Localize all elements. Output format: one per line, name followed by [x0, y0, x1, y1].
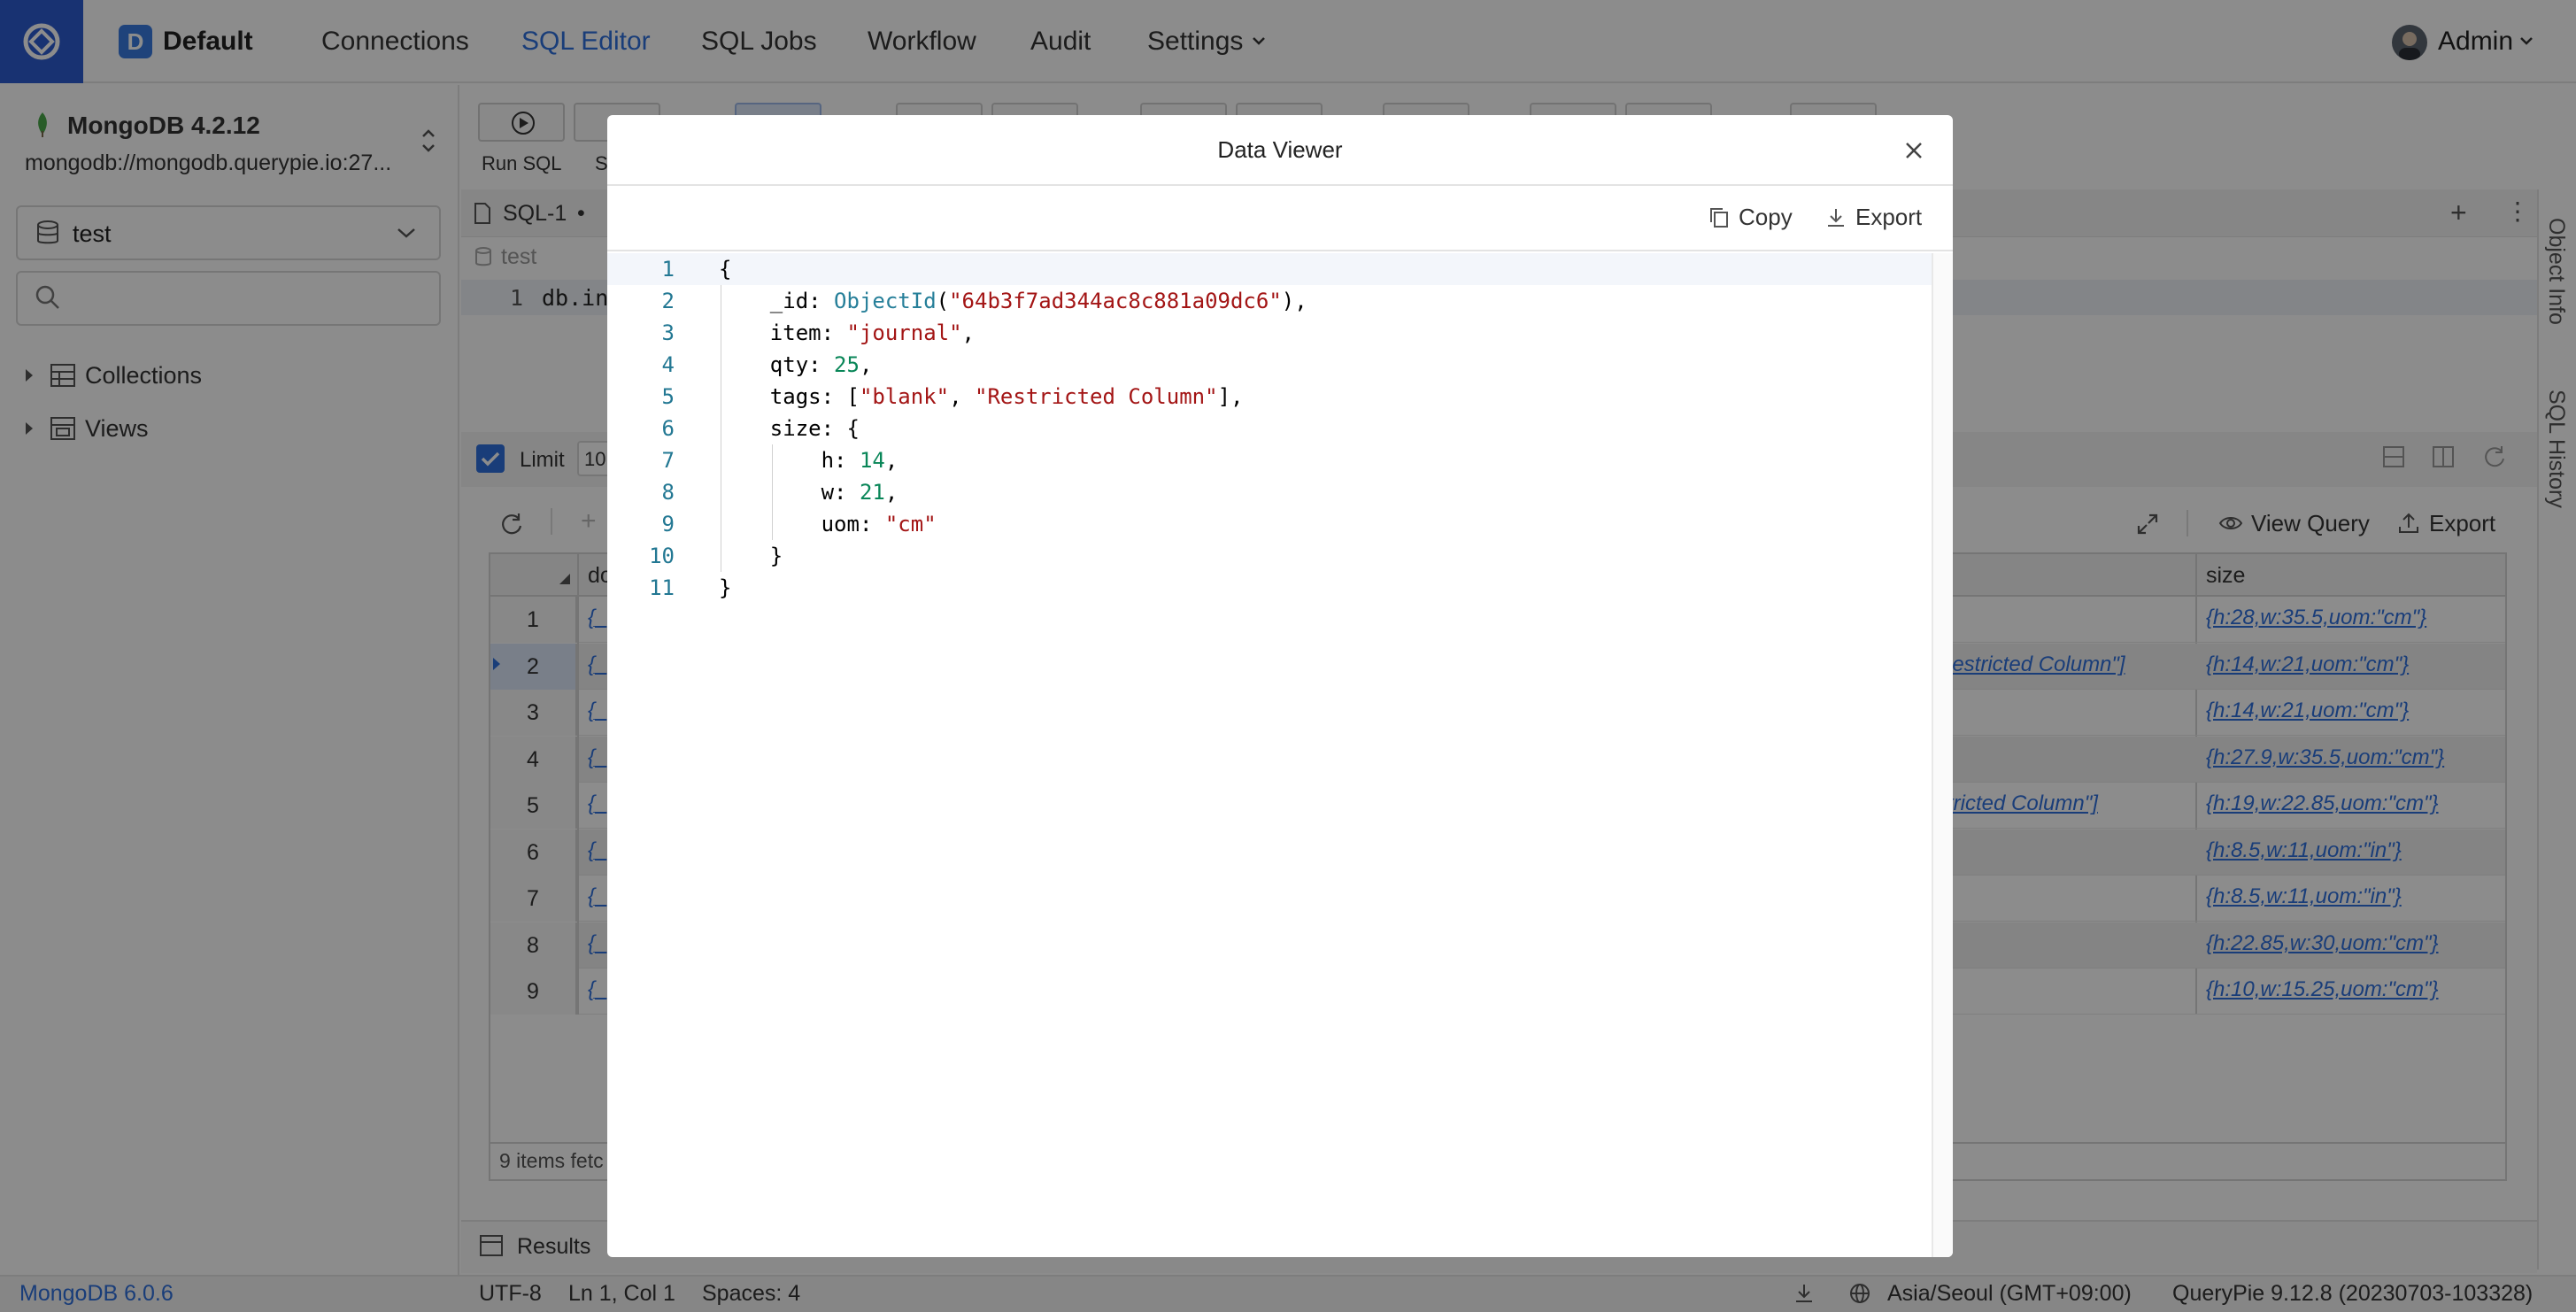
line-number: 9: [661, 512, 675, 536]
code-line[interactable]: 7 h: 14,: [607, 444, 1932, 476]
copy-icon: [1710, 207, 1728, 228]
code-line[interactable]: 6 size: {: [607, 413, 1932, 444]
code-text: tags: ["blank", "Restricted Column"],: [719, 384, 1244, 409]
code-scrollbar[interactable]: [1932, 253, 1953, 1257]
line-number: 3: [661, 320, 675, 345]
line-number: 6: [661, 416, 675, 441]
copy-label: Copy: [1739, 204, 1793, 230]
code-line[interactable]: 10 }: [607, 540, 1932, 572]
code-text: h: 14,: [719, 448, 899, 473]
code-line[interactable]: 2 _id: ObjectId("64b3f7ad344ac8c881a09dc…: [607, 285, 1932, 317]
code-line[interactable]: 5 tags: ["blank", "Restricted Column"],: [607, 381, 1932, 413]
code-line[interactable]: 4 qty: 25,: [607, 349, 1932, 381]
export-label: Export: [1855, 204, 1923, 230]
code-line[interactable]: 11}: [607, 572, 1932, 604]
code-line[interactable]: 8 w: 21,: [607, 476, 1932, 508]
modal-title: Data Viewer: [1217, 136, 1343, 163]
export-button[interactable]: Export: [1825, 204, 1922, 231]
data-viewer-modal: Data Viewer Copy Export 1{2 _id: ObjectI…: [607, 115, 1953, 1257]
code-text: _id: ObjectId("64b3f7ad344ac8c881a09dc6"…: [719, 289, 1307, 313]
line-number: 4: [661, 352, 675, 377]
code-line[interactable]: 1{: [607, 253, 1932, 285]
copy-button[interactable]: Copy: [1708, 204, 1793, 231]
code-line[interactable]: 3 item: "journal",: [607, 317, 1932, 349]
code-text: size: {: [719, 416, 860, 441]
download-icon: [1828, 208, 1844, 227]
code-text: qty: 25,: [719, 352, 873, 377]
code-text: w: 21,: [719, 480, 899, 505]
line-number: 5: [661, 384, 675, 409]
code-line[interactable]: 9 uom: "cm": [607, 508, 1932, 540]
line-number: 1: [661, 257, 675, 282]
line-number: 11: [649, 575, 675, 600]
line-number: 2: [661, 289, 675, 313]
line-number: 10: [649, 544, 675, 568]
code-text: {: [719, 257, 732, 282]
indent-guide: [772, 444, 773, 540]
code-text: }: [719, 575, 732, 600]
close-icon[interactable]: [1900, 136, 1928, 165]
code-text: uom: "cm": [719, 512, 937, 536]
code-text: }: [719, 544, 783, 568]
line-number: 8: [661, 480, 675, 505]
line-number: 7: [661, 448, 675, 473]
code-text: item: "journal",: [719, 320, 975, 345]
code-viewer[interactable]: 1{2 _id: ObjectId("64b3f7ad344ac8c881a09…: [607, 253, 1932, 1257]
